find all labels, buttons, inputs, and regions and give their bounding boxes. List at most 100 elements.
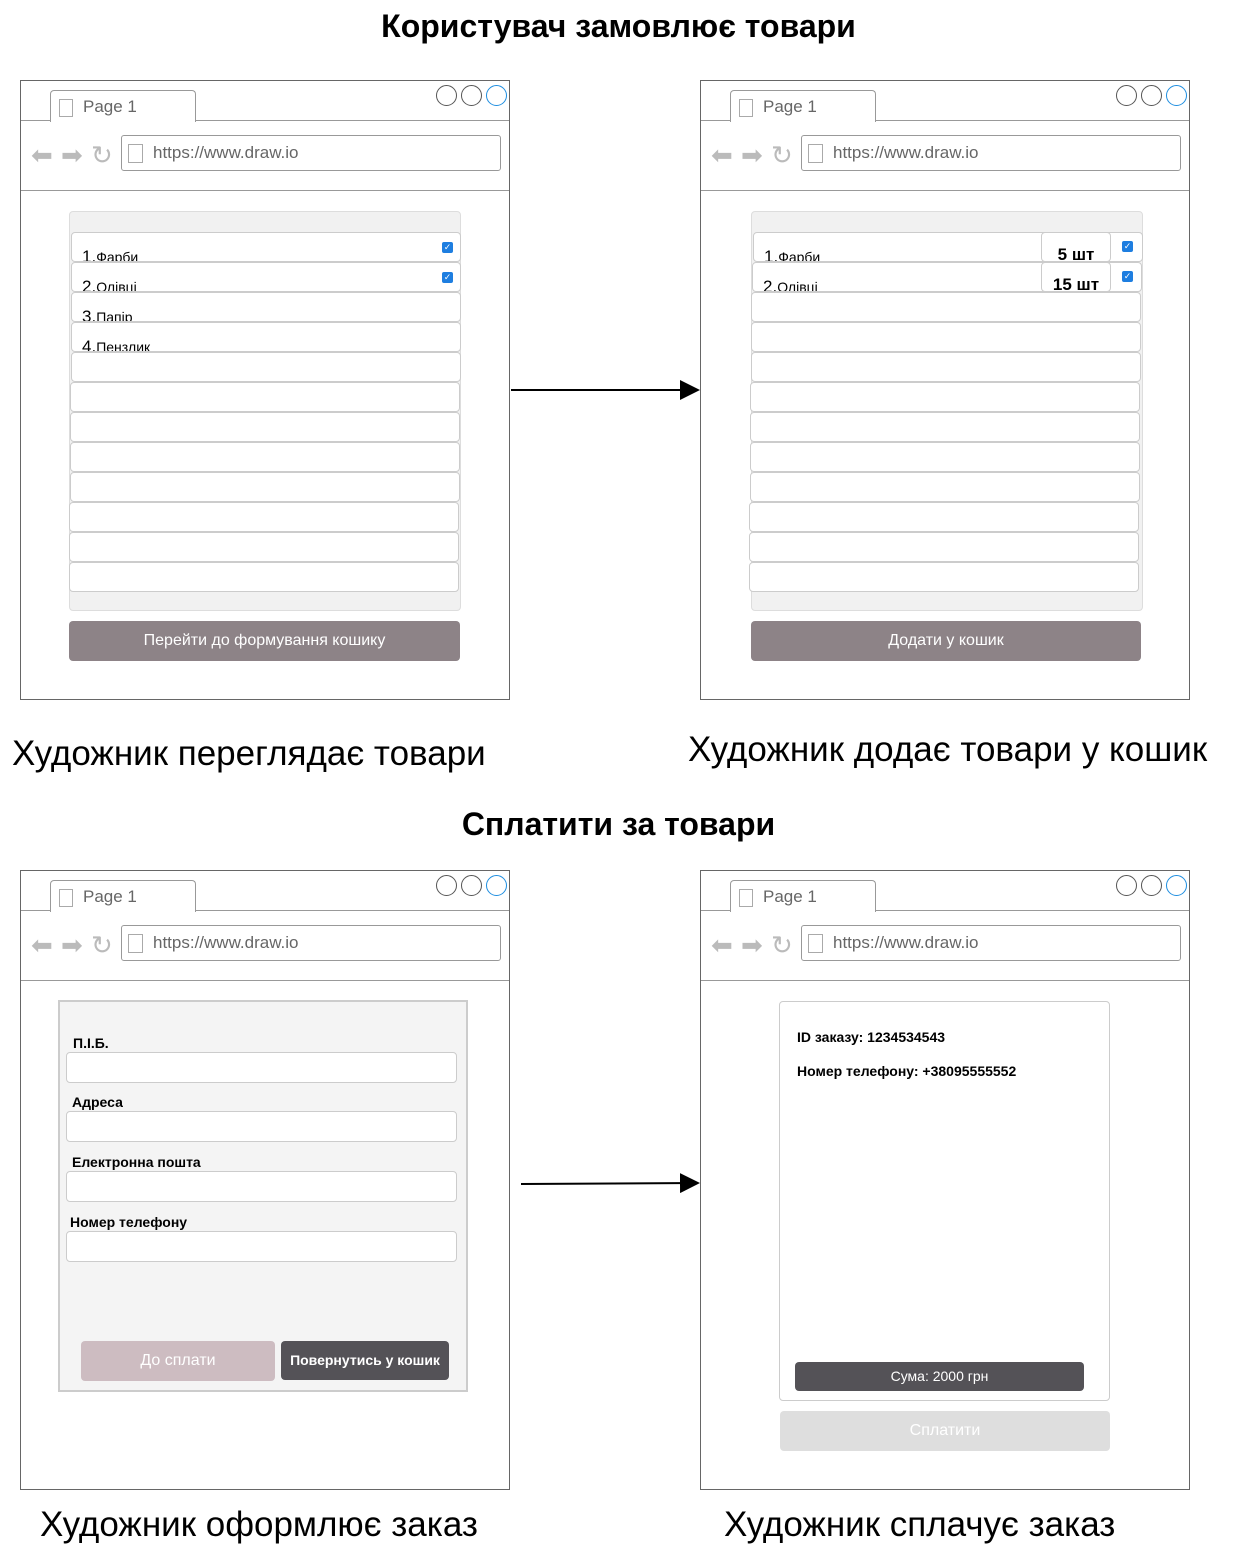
empty-row <box>751 352 1141 382</box>
back-arrow-icon[interactable]: ⬅ <box>31 141 53 169</box>
address-bar[interactable]: https://www.draw.io <box>121 135 501 171</box>
nav-bar: ⬅ ➡ ↻ https://www.draw.io <box>701 911 1189 981</box>
checkbox-checked[interactable]: ✓ <box>1122 241 1133 252</box>
email-input[interactable] <box>66 1171 457 1202</box>
close-button[interactable] <box>486 875 507 896</box>
caption-order: Художник оформлює заказ <box>40 1505 478 1544</box>
url-text: https://www.draw.io <box>153 933 299 952</box>
field-label-email: Електронна пошта <box>72 1154 201 1170</box>
nav-bar: ⬅ ➡ ↻ https://www.draw.io <box>21 121 509 191</box>
empty-row <box>750 412 1140 442</box>
forward-arrow-icon[interactable]: ➡ <box>61 141 83 169</box>
address-bar[interactable]: https://www.draw.io <box>801 135 1181 171</box>
pay-button[interactable]: Сплатити <box>780 1411 1110 1451</box>
browser-tab[interactable]: Page 1 <box>50 880 196 912</box>
restore-button[interactable] <box>461 875 482 896</box>
minimize-button[interactable] <box>1116 85 1137 106</box>
reload-icon[interactable]: ↻ <box>771 141 793 169</box>
page-icon <box>128 934 143 953</box>
restore-button[interactable] <box>1141 85 1162 106</box>
field-label-name: П.І.Б. <box>73 1035 109 1051</box>
product-row[interactable]: 1.Фарби <box>71 232 461 262</box>
product-row[interactable]: 3.Папір <box>71 292 461 322</box>
field-label-address: Адреса <box>72 1094 123 1110</box>
product-list: 1.Фарби 2.Олівці 3.Папір 4.Пензлик ✓ ✓ <box>69 211 461 611</box>
order-summary-card: ID заказу: 1234534543 Номер телефону: +3… <box>779 1001 1110 1401</box>
checkbox-checked[interactable]: ✓ <box>1122 271 1133 282</box>
order-form: П.І.Б. Адреса Електронна пошта Номер тел… <box>58 1000 468 1392</box>
empty-row <box>69 532 459 562</box>
reload-icon[interactable]: ↻ <box>91 141 113 169</box>
empty-row <box>749 502 1139 532</box>
name-input[interactable] <box>66 1052 457 1083</box>
address-bar[interactable]: https://www.draw.io <box>801 925 1181 961</box>
close-button[interactable] <box>486 85 507 106</box>
tab-label: Page 1 <box>83 97 137 116</box>
to-payment-button[interactable]: До сплати <box>81 1341 275 1381</box>
arrow-order-to-pay <box>520 1173 700 1194</box>
phone-number: Номер телефону: +38095555552 <box>797 1063 1017 1079</box>
url-text: https://www.draw.io <box>833 933 979 952</box>
minimize-button[interactable] <box>436 875 457 896</box>
restore-button[interactable] <box>1141 875 1162 896</box>
address-bar[interactable]: https://www.draw.io <box>121 925 501 961</box>
empty-row <box>70 412 460 442</box>
empty-row <box>71 352 461 382</box>
forward-arrow-icon[interactable]: ➡ <box>741 931 763 959</box>
checkbox-checked[interactable]: ✓ <box>442 242 453 253</box>
page-icon <box>739 889 753 907</box>
page-icon <box>128 144 143 163</box>
tab-bar: Page 1 <box>21 81 509 122</box>
back-arrow-icon[interactable]: ⬅ <box>31 931 53 959</box>
url-text: https://www.draw.io <box>153 143 299 162</box>
empty-row <box>70 472 460 502</box>
browser-window-order: Page 1 ⬅ ➡ ↻ https://www.draw.io П.І.Б. … <box>20 870 510 1490</box>
page-icon <box>59 99 73 117</box>
sum-bar: Сума: 2000 грн <box>795 1362 1084 1391</box>
forward-arrow-icon[interactable]: ➡ <box>61 931 83 959</box>
cart-list: 1.Фарби 2.Олівці 5 шт 15 шт ✓ ✓ <box>749 211 1143 611</box>
minimize-button[interactable] <box>1116 875 1137 896</box>
quantity-field[interactable]: 5 шт <box>1041 232 1111 262</box>
back-arrow-icon[interactable]: ⬅ <box>711 141 733 169</box>
page-icon <box>808 934 823 953</box>
page-icon <box>59 889 73 907</box>
caption-pay: Художник сплачує заказ <box>724 1505 1116 1544</box>
reload-icon[interactable]: ↻ <box>91 931 113 959</box>
nav-bar: ⬅ ➡ ↻ https://www.draw.io <box>21 911 509 981</box>
page-icon <box>739 99 753 117</box>
caption-add: Художник додає товари у кошик <box>688 730 1208 769</box>
close-button[interactable] <box>1166 875 1187 896</box>
empty-row <box>750 442 1140 472</box>
browser-tab[interactable]: Page 1 <box>730 90 876 122</box>
forward-arrow-icon[interactable]: ➡ <box>741 141 763 169</box>
add-to-cart-button[interactable]: Додати у кошик <box>751 621 1141 661</box>
product-row[interactable]: 4.Пензлик <box>71 322 461 352</box>
checkbox-checked[interactable]: ✓ <box>442 272 453 283</box>
tab-label: Page 1 <box>83 887 137 906</box>
quantity-field[interactable]: 15 шт <box>1041 262 1111 292</box>
empty-row <box>750 382 1140 412</box>
tab-bar: Page 1 <box>21 871 509 912</box>
nav-bar: ⬅ ➡ ↻ https://www.draw.io <box>701 121 1189 191</box>
close-button[interactable] <box>1166 85 1187 106</box>
phone-input[interactable] <box>66 1231 457 1262</box>
browser-window-cart: Page 1 ⬅ ➡ ↻ https://www.draw.io 1.Фарби… <box>700 80 1190 700</box>
empty-row <box>70 442 460 472</box>
browser-tab[interactable]: Page 1 <box>50 90 196 122</box>
empty-row <box>750 472 1140 502</box>
back-arrow-icon[interactable]: ⬅ <box>711 931 733 959</box>
browser-tab[interactable]: Page 1 <box>730 880 876 912</box>
browser-window-browse: Page 1 ⬅ ➡ ↻ https://www.draw.io 1.Фарби… <box>20 80 510 700</box>
reload-icon[interactable]: ↻ <box>771 931 793 959</box>
url-text: https://www.draw.io <box>833 143 979 162</box>
browser-window-pay: Page 1 ⬅ ➡ ↻ https://www.draw.io ID зака… <box>700 870 1190 1490</box>
product-row[interactable]: 2.Олівці <box>71 262 461 292</box>
restore-button[interactable] <box>461 85 482 106</box>
go-to-cart-button[interactable]: Перейти до формування кошику <box>69 621 460 661</box>
tab-label: Page 1 <box>763 887 817 906</box>
address-input[interactable] <box>66 1111 457 1142</box>
back-to-cart-button[interactable]: Повернутись у кошик <box>281 1341 449 1380</box>
empty-row <box>69 502 459 532</box>
minimize-button[interactable] <box>436 85 457 106</box>
